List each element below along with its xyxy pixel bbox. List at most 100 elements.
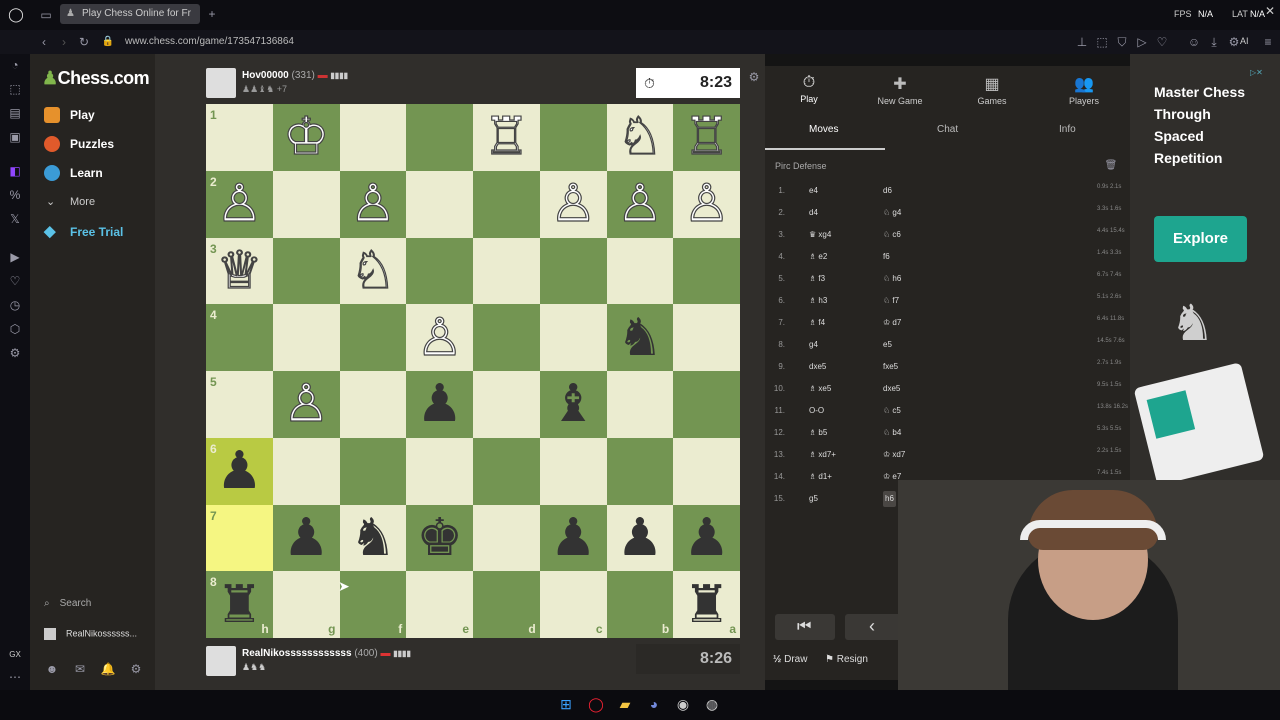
white-move[interactable]: ♛ xg4 xyxy=(809,227,831,243)
tab-games[interactable]: ▦ Games xyxy=(952,74,1032,106)
square-b5[interactable] xyxy=(606,371,674,438)
square-b1[interactable]: ♘ xyxy=(606,104,674,171)
reload-icon[interactable]: ↻ xyxy=(76,35,92,49)
white-move[interactable]: ♗ xd7+ xyxy=(809,447,836,463)
black-knight-icon[interactable]: ♞ xyxy=(617,312,664,364)
resign-button[interactable]: ⚑ Resign xyxy=(825,654,868,665)
player-name[interactable]: RealNikossssssssssss (400) ▬ ▮▮▮▮ xyxy=(242,648,411,659)
gx-corner-icon[interactable]: ▤ xyxy=(7,106,23,120)
ad-choices-icon[interactable]: ▷✕ xyxy=(1250,68,1263,77)
white-pawn-icon[interactable]: ♙ xyxy=(215,178,263,231)
square-g7[interactable]: ♟ xyxy=(272,504,340,572)
square-d2[interactable] xyxy=(473,170,540,238)
square-h4[interactable]: 4 xyxy=(206,304,273,371)
white-pawn-icon[interactable]: ♙ xyxy=(549,178,597,231)
messages-icon[interactable]: ✉ xyxy=(72,662,88,676)
black-rook-icon[interactable]: ♜ xyxy=(216,579,263,631)
black-pawn-icon[interactable]: ♟ xyxy=(683,512,730,564)
black-move[interactable]: ♔ d7 xyxy=(883,315,901,331)
square-e2[interactable] xyxy=(406,170,473,238)
heart-icon[interactable]: ♡ xyxy=(1154,35,1170,49)
square-c3[interactable] xyxy=(539,237,607,305)
pin-icon[interactable]: ⊥ xyxy=(1074,35,1090,49)
square-b8[interactable]: b xyxy=(606,571,674,638)
square-c5[interactable]: ♝ xyxy=(539,371,607,438)
square-g4[interactable] xyxy=(272,304,340,371)
white-move[interactable]: ♗ b5 xyxy=(809,425,827,441)
black-pawn-icon[interactable]: ♟ xyxy=(550,512,597,564)
bell-icon[interactable]: 🔔 xyxy=(100,662,116,676)
sidebar-item-learn[interactable]: Learn xyxy=(44,162,103,184)
prev-move-button[interactable]: ‹ xyxy=(845,614,905,640)
square-g5[interactable]: ♙ xyxy=(272,371,340,438)
new-tab-button[interactable]: + xyxy=(204,7,220,21)
square-g1[interactable]: ♔ xyxy=(272,104,340,171)
square-d7[interactable] xyxy=(473,504,540,572)
black-move[interactable]: dxe5 xyxy=(883,381,900,397)
tab-list-icon[interactable]: ▭ xyxy=(38,8,54,22)
ad-banner[interactable]: ▷✕ Master Chess Through Spaced Repetitio… xyxy=(1130,54,1280,486)
white-move[interactable]: ♗ e2 xyxy=(809,249,827,265)
opera-gx-taskbar-icon[interactable]: ◯ xyxy=(588,697,604,711)
square-c8[interactable]: c xyxy=(539,571,607,638)
board-settings-icon[interactable]: ⚙ xyxy=(746,70,762,84)
white-rook-icon[interactable]: ♖ xyxy=(683,111,731,164)
more-dots-icon[interactable]: ⋯ xyxy=(7,670,23,684)
square-e6[interactable] xyxy=(406,437,473,505)
gx-logo-icon[interactable]: GX xyxy=(7,648,23,662)
trash-icon[interactable]: 🗑 xyxy=(1103,159,1119,173)
sidebar-user[interactable]: RealNikossssss... xyxy=(44,628,137,640)
black-move[interactable]: e5 xyxy=(883,337,892,353)
square-d1[interactable]: ♖ xyxy=(473,104,540,171)
square-g2[interactable] xyxy=(272,170,340,238)
sidebar-item-puzzles[interactable]: Puzzles xyxy=(44,133,114,155)
white-move[interactable]: e4 xyxy=(809,183,818,199)
square-d6[interactable] xyxy=(473,437,540,505)
white-move[interactable]: ♗ h3 xyxy=(809,293,827,309)
square-a2[interactable]: ♙ xyxy=(673,170,740,238)
speed-dial-icon[interactable]: ◔ xyxy=(7,58,23,72)
tab-players[interactable]: 👥 Players xyxy=(1044,74,1124,106)
subtab-chat[interactable]: Chat xyxy=(937,124,958,135)
percent-icon[interactable]: % xyxy=(7,188,23,202)
white-move[interactable]: ♗ f3 xyxy=(809,271,825,287)
white-move[interactable]: dxe5 xyxy=(809,359,826,375)
twitch-icon[interactable]: ◧ xyxy=(7,164,23,178)
square-e1[interactable] xyxy=(406,104,473,171)
square-e7[interactable]: ♚ xyxy=(406,504,473,572)
windows-start-icon[interactable]: ⊞ xyxy=(558,697,574,711)
black-move[interactable]: ♔ xd7 xyxy=(883,447,905,463)
tab-new-game[interactable]: ✚ New Game xyxy=(860,74,940,106)
white-pawn-icon[interactable]: ♙ xyxy=(282,378,330,431)
opponent-name[interactable]: Hov00000 (331) ▬ ▮▮▮▮ xyxy=(242,70,348,81)
black-move[interactable]: ♘ c6 xyxy=(883,227,901,243)
back-icon[interactable]: ‹ xyxy=(36,35,52,49)
black-move[interactable]: fxe5 xyxy=(883,359,898,375)
chess-board[interactable]: 1 ♔ ♖ ♘ ♖ 2 ♙ ♙ ♙ ♙ ♙ 3 ♕ ♘ 4 ♙ ♞ 5 ♙ ♟ ♝ 6 ♟ 7 ♟ ♞ ♚ ♟ ♟ ♟ 8 h ♜ g f e d c b a… xyxy=(206,104,740,638)
close-window-icon[interactable]: ✕ xyxy=(1262,4,1278,18)
ai-label[interactable]: AI xyxy=(1240,36,1249,46)
square-a6[interactable] xyxy=(673,437,740,505)
black-move[interactable]: h6 xyxy=(883,491,896,507)
square-f1[interactable] xyxy=(339,104,407,171)
square-e8[interactable]: e xyxy=(406,571,473,638)
black-move[interactable]: ♘ c5 xyxy=(883,403,901,419)
white-pawn-icon[interactable]: ♙ xyxy=(616,178,664,231)
extensions-icon[interactable]: ⬡ xyxy=(7,322,23,336)
square-f2[interactable]: ♙ xyxy=(339,170,407,238)
sidebar-item-free-trial[interactable]: ◆ Free Trial xyxy=(44,221,123,243)
white-move[interactable]: ♗ xe5 xyxy=(809,381,831,397)
square-d4[interactable] xyxy=(473,304,540,371)
download-icon[interactable]: ⤓ xyxy=(1206,35,1222,49)
square-b3[interactable] xyxy=(606,237,674,305)
opening-name[interactable]: Pirc Defense xyxy=(775,161,827,171)
square-f7[interactable]: ♞ xyxy=(339,504,407,572)
gear-icon[interactable]: ⚙ xyxy=(128,662,144,676)
subtab-info[interactable]: Info xyxy=(1059,124,1076,135)
square-c1[interactable] xyxy=(539,104,607,171)
chess-logo[interactable]: ♟Chess.com xyxy=(42,68,150,89)
black-move[interactable]: ♘ h6 xyxy=(883,271,901,287)
square-f6[interactable] xyxy=(339,437,407,505)
white-pawn-icon[interactable]: ♙ xyxy=(416,311,464,364)
white-queen-icon[interactable]: ♕ xyxy=(215,244,263,297)
